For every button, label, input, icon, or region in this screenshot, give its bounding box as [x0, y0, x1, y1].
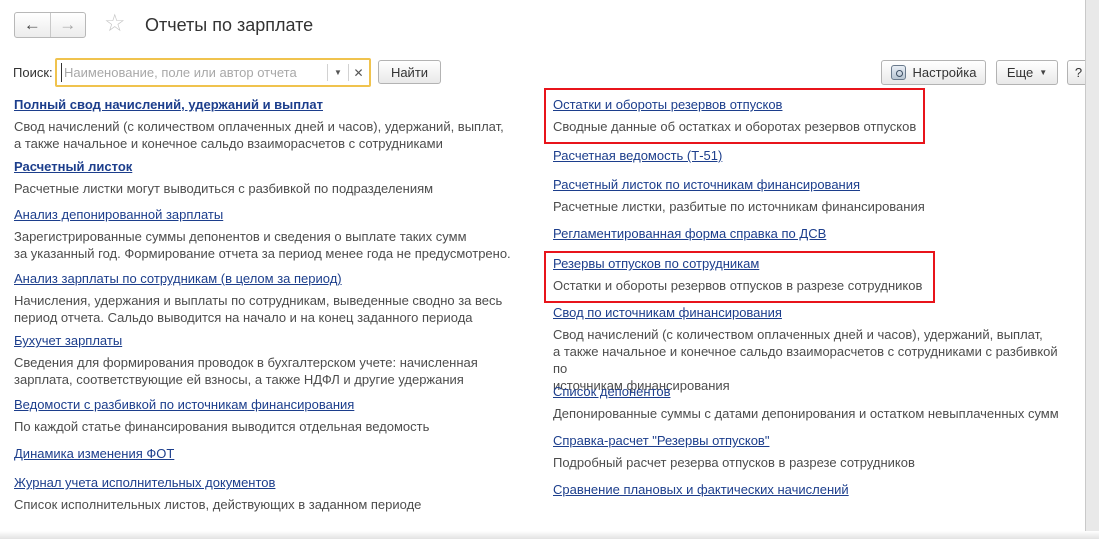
report-item: Сравнение плановых и фактических начисле… [553, 481, 1073, 501]
report-item: Полный свод начислений, удержаний и выпл… [14, 96, 514, 158]
report-description: Начисления, удержания и выплаты по сотру… [14, 293, 503, 325]
chevron-down-icon: ▼ [1039, 68, 1048, 77]
report-link[interactable]: Анализ зарплаты по сотрудникам (в целом … [14, 270, 342, 287]
find-button[interactable]: Найти [378, 60, 441, 84]
dropdown-arrow-icon[interactable]: ▼ [328, 63, 348, 82]
settings-label: Настройка [912, 65, 977, 80]
more-button[interactable]: Еще ▼ [996, 60, 1058, 85]
report-item: Расчетная ведомость (Т-51) [553, 147, 1073, 176]
report-link[interactable]: Расчетная ведомость (Т-51) [553, 147, 722, 164]
page: ← → ☆ Отчеты по зарплате Поиск: ▼ ✕ Найт… [0, 0, 1099, 539]
report-item: Динамика изменения ФОТ [14, 445, 514, 474]
report-item: Анализ депонированной зарплаты Зарегистр… [14, 206, 514, 270]
report-description: Расчетные листки могут выводиться с разб… [14, 181, 434, 196]
report-link[interactable]: Расчетный листок [14, 158, 132, 175]
settings-button[interactable]: Настройка [881, 60, 986, 85]
settings-icon [890, 65, 906, 80]
report-link[interactable]: Полный свод начислений, удержаний и выпл… [14, 96, 323, 113]
report-item: Анализ зарплаты по сотрудникам (в целом … [14, 270, 514, 332]
report-link[interactable]: Список депонентов [553, 383, 670, 400]
back-arrow-icon: ← [23, 15, 41, 34]
report-item: Справка-расчет "Резервы отпусков" Подроб… [553, 432, 1073, 481]
report-description: Расчетные листки, разбитые по источникам… [553, 199, 925, 214]
search-label: Поиск: [13, 65, 53, 80]
report-description: Подробный расчет резерва отпусков в разр… [553, 455, 915, 470]
report-item: Расчетный листок Расчетные листки могут … [14, 158, 514, 206]
report-description: Свод начислений (с количеством оплаченны… [14, 119, 504, 151]
report-item: Список депонентов Депонированные суммы с… [553, 383, 1073, 432]
left-report-list: Полный свод начислений, удержаний и выпл… [14, 96, 514, 514]
report-link[interactable]: Ведомости с разбивкой по источникам фина… [14, 396, 354, 413]
window-edge [0, 531, 1099, 539]
favorite-star-icon[interactable]: ☆ [104, 11, 126, 37]
report-link[interactable]: Расчетный листок по источникам финансиро… [553, 176, 860, 193]
report-item: Бухучет зарплаты Сведения для формирован… [14, 332, 514, 396]
report-item: Свод по источникам финансирования Свод н… [553, 304, 1073, 393]
highlight-frame [544, 88, 925, 144]
report-link[interactable]: Динамика изменения ФОТ [14, 445, 174, 462]
search-box: ▼ ✕ [55, 58, 371, 87]
back-button[interactable]: ← [15, 13, 50, 37]
navigation-buttons: ← → [14, 12, 86, 38]
report-item: Ведомости с разбивкой по источникам фина… [14, 396, 514, 445]
report-item: Расчетный листок по источникам финансиро… [553, 176, 1073, 225]
report-link[interactable]: Анализ депонированной зарплаты [14, 206, 223, 223]
search-input[interactable] [61, 63, 323, 82]
report-link[interactable]: Регламентированная форма справка по ДСВ [553, 225, 826, 242]
more-label: Еще [1006, 65, 1034, 80]
report-description: Сведения для формирования проводок в бух… [14, 355, 478, 387]
report-description: Депонированные суммы с датами депонирова… [553, 406, 1059, 421]
page-title: Отчеты по зарплате [145, 15, 314, 35]
clear-icon[interactable]: ✕ [349, 63, 368, 82]
report-link[interactable]: Журнал учета исполнительных документов [14, 474, 275, 491]
forward-button[interactable]: → [49, 13, 86, 37]
highlight-frame [544, 251, 935, 303]
report-item: Журнал учета исполнительных документов С… [14, 474, 514, 514]
window-edge [1085, 0, 1099, 539]
report-link[interactable]: Свод по источникам финансирования [553, 304, 782, 321]
report-link[interactable]: Сравнение плановых и фактических начисле… [553, 481, 849, 498]
report-link[interactable]: Бухучет зарплаты [14, 332, 122, 349]
report-description: Список исполнительных листов, действующи… [14, 497, 422, 512]
report-link[interactable]: Справка-расчет "Резервы отпусков" [553, 432, 769, 449]
report-description: По каждой статье финансирования выводитс… [14, 419, 430, 434]
report-description: Зарегистрированные суммы депонентов и св… [14, 229, 511, 261]
forward-arrow-icon: → [59, 15, 77, 34]
